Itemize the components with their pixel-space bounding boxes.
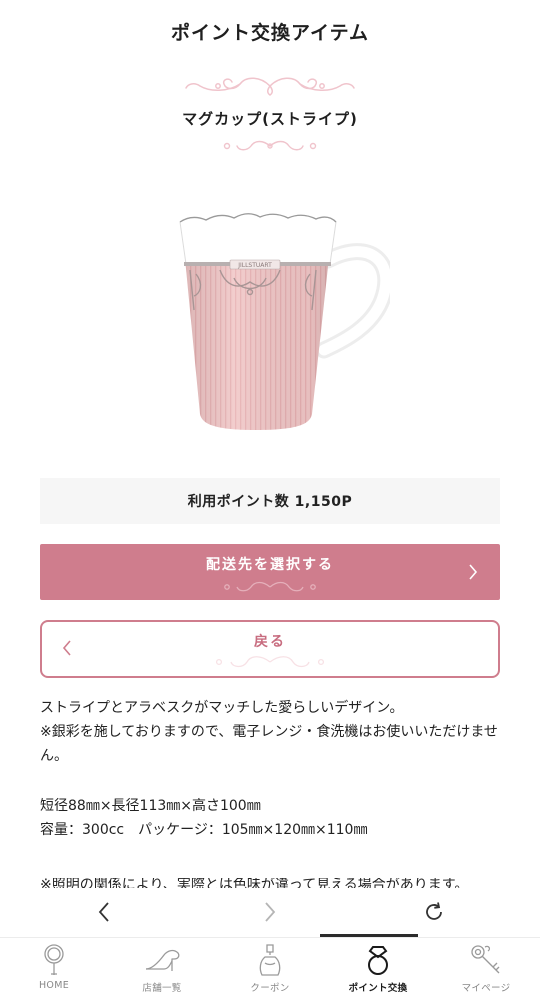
spec-dimensions: 短径88㎜×長径113㎜×高さ100㎜ xyxy=(40,798,261,814)
browser-forward-button[interactable] xyxy=(256,898,284,926)
high-heel-icon xyxy=(142,942,182,978)
points-required: 利用ポイント数 1,150P xyxy=(40,478,500,524)
ornament-top xyxy=(0,74,540,96)
tab-points-exchange[interactable]: ポイント交換 xyxy=(324,938,432,1000)
ornament-icon xyxy=(42,654,498,670)
select-shipping-button[interactable]: 配送先を選択する xyxy=(40,544,500,600)
tab-coupon[interactable]: クーポン xyxy=(216,938,324,1000)
bottom-tab-bar: HOME 店舗一覧 クーポン ポイント交換 マイページ xyxy=(0,937,540,1000)
item-description: ストライプとアラベスクがマッチした愛らしいデザイン。 ※銀彩を施しておりますので… xyxy=(40,696,502,842)
back-button-label: 戻る xyxy=(254,634,286,650)
browser-reload-button[interactable] xyxy=(420,898,448,926)
perfume-bottle-icon xyxy=(257,942,283,978)
reload-icon xyxy=(426,902,442,920)
back-button[interactable]: 戻る xyxy=(40,620,500,678)
tab-home-label: HOME xyxy=(38,980,70,991)
ring-icon xyxy=(365,942,391,978)
tab-mypage-label: マイページ xyxy=(461,983,511,994)
chevron-left-icon xyxy=(98,902,109,922)
mirror-icon xyxy=(41,942,67,978)
tab-mypage[interactable]: マイページ xyxy=(432,938,540,1000)
ornament-bottom xyxy=(0,138,540,154)
description-cutoff-line: ※照明の関係により、実際とは色味が違って見える場合があります。 xyxy=(40,878,469,888)
chevron-right-icon xyxy=(265,902,276,922)
select-shipping-label: 配送先を選択する xyxy=(206,557,334,573)
browser-nav-bar xyxy=(0,888,540,934)
tab-home[interactable]: HOME xyxy=(0,938,108,1000)
tab-stores-label: 店舗一覧 xyxy=(142,983,182,994)
tab-coupon-label: クーポン xyxy=(250,983,290,994)
browser-back-button[interactable] xyxy=(90,898,118,926)
mug-image: JILLSTUART xyxy=(160,200,395,440)
spec-capacity: 容量：300cc パッケージ：105㎜×120㎜×110㎜ xyxy=(40,822,368,838)
description-line: ストライプとアラベスクがマッチした愛らしいデザイン。 xyxy=(40,700,404,716)
mug-brand-text: JILLSTUART xyxy=(237,262,272,269)
tab-points-exchange-label: ポイント交換 xyxy=(348,983,408,994)
item-name: マグカップ(ストライプ) xyxy=(182,110,358,128)
key-icon xyxy=(469,942,503,978)
ornament-icon xyxy=(40,580,500,594)
page-title: ポイント交換アイテム xyxy=(170,22,370,44)
tab-stores[interactable]: 店舗一覧 xyxy=(108,938,216,1000)
description-line: ※銀彩を施しておりますので、電子レンジ・食洗機はお使いいただけません。 xyxy=(40,724,498,764)
